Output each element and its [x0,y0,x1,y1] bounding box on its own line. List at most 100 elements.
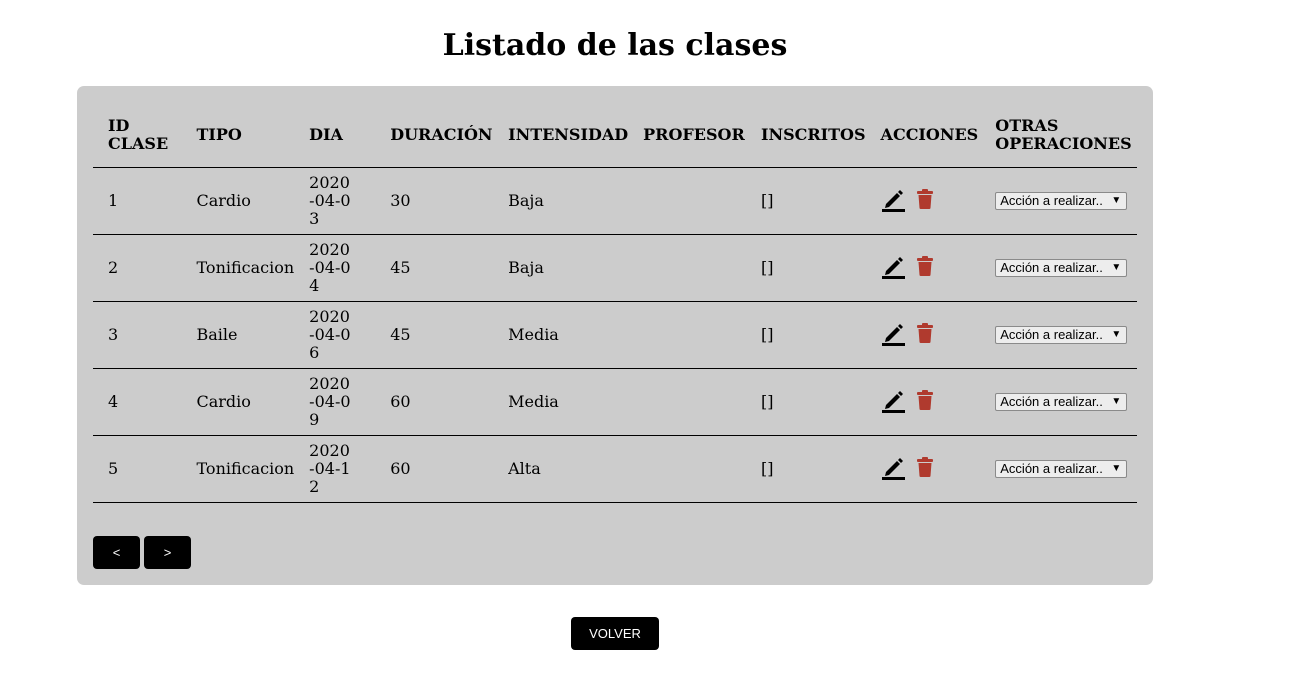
cell-dia-text: 2020-04-06 [309,307,351,362]
cell-inscritos: [] [745,301,866,369]
pencil-edit-icon[interactable] [881,388,906,417]
cell-dia-text: 2020-04-04 [309,240,351,295]
column-header-otras-operaciones: OTRAS OPERACIONES [980,102,1137,168]
cell-tipo: Cardio [181,167,295,235]
operation-select[interactable]: Acción a realizar.. ▼ [995,192,1128,211]
cell-otras-operaciones: Acción a realizar.. ▼ [980,435,1137,503]
pencil-edit-icon[interactable] [881,321,906,350]
operation-select-value: Acción a realizar.. [1000,260,1103,276]
operation-select[interactable]: Acción a realizar.. ▼ [995,259,1128,278]
cell-profesor [628,301,746,369]
cell-inscritos: [] [745,435,866,503]
back-button[interactable]: VOLVER [571,617,659,650]
cell-acciones [865,167,981,235]
previous-page-button[interactable]: < [93,536,140,569]
trash-icon[interactable] [916,323,933,347]
trash-icon[interactable] [916,256,933,280]
operation-select-value: Acción a realizar.. [1000,327,1103,343]
cell-profesor [628,234,746,302]
cell-inscritos: [] [745,167,866,235]
cell-dia: 2020-04-12 [294,435,376,503]
pagination: < > [93,536,195,569]
cell-id: 3 [93,301,182,369]
column-header-id-label: ID CLASE [108,115,169,153]
cell-duracion: 45 [375,234,494,302]
cell-otras-operaciones: Acción a realizar.. ▼ [980,368,1137,436]
column-header-dia: DIA [294,102,376,168]
dropdown-arrow-icon: ▼ [1111,329,1122,341]
cell-tipo: Tonificacion [181,234,295,302]
cell-acciones [865,435,981,503]
dropdown-arrow-icon: ▼ [1111,396,1122,408]
operation-select[interactable]: Acción a realizar.. ▼ [995,326,1128,345]
pencil-edit-icon[interactable] [881,254,906,283]
trash-icon[interactable] [916,457,933,481]
cell-duracion: 45 [375,301,494,369]
cell-acciones [865,234,981,302]
trash-icon[interactable] [916,189,933,213]
cell-id: 4 [93,368,182,436]
operation-select[interactable]: Acción a realizar.. ▼ [995,393,1128,412]
next-page-button[interactable]: > [144,536,191,569]
cell-otras-operaciones: Acción a realizar.. ▼ [980,167,1137,235]
operation-select[interactable]: Acción a realizar.. ▼ [995,460,1128,479]
cell-dia: 2020-04-09 [294,368,376,436]
cell-acciones [865,301,981,369]
column-header-id: ID CLASE [93,102,182,168]
table-row: 4 Cardio 2020-04-09 60 Media [] Acción a… [93,368,1137,436]
cell-dia-text: 2020-04-12 [309,441,351,496]
trash-icon[interactable] [916,390,933,414]
column-header-profesor: PROFESOR [628,102,746,168]
cell-id: 1 [93,167,182,235]
cell-id: 5 [93,435,182,503]
cell-id: 2 [93,234,182,302]
table-row: 2 Tonificacion 2020-04-04 45 Baja [] Acc… [93,234,1137,302]
cell-duracion: 60 [375,368,494,436]
cell-tipo: Baile [181,301,295,369]
table-header-row: ID CLASE TIPO DIA DURACIÓN INTENSIDAD PR… [93,102,1137,168]
pencil-edit-icon[interactable] [881,187,906,216]
cell-dia: 2020-04-04 [294,234,376,302]
operation-select-value: Acción a realizar.. [1000,394,1103,410]
cell-intensidad: Baja [493,234,629,302]
cell-dia: 2020-04-06 [294,301,376,369]
cell-tipo: Tonificacion [181,435,295,503]
dropdown-arrow-icon: ▼ [1111,195,1122,207]
column-header-duracion: DURACIÓN [375,102,494,168]
cell-profesor [628,368,746,436]
cell-intensidad: Alta [493,435,629,503]
classes-panel: ID CLASE TIPO DIA DURACIÓN INTENSIDAD PR… [77,86,1153,585]
cell-profesor [628,435,746,503]
page-title: Listado de las clases [442,28,788,63]
operation-select-value: Acción a realizar.. [1000,193,1103,209]
cell-acciones [865,368,981,436]
column-header-inscritos: INSCRITOS [745,102,866,168]
cell-duracion: 30 [375,167,494,235]
table-row: 3 Baile 2020-04-06 45 Media [] Acción a … [93,301,1137,369]
table-row: 5 Tonificacion 2020-04-12 60 Alta [] Acc… [93,435,1137,503]
dropdown-arrow-icon: ▼ [1111,262,1122,274]
cell-otras-operaciones: Acción a realizar.. ▼ [980,301,1137,369]
cell-dia: 2020-04-03 [294,167,376,235]
cell-dia-text: 2020-04-03 [309,173,351,228]
column-header-tipo: TIPO [181,102,295,168]
table-body: 1 Cardio 2020-04-03 30 Baja [] Acción a … [93,167,1137,503]
cell-profesor [628,167,746,235]
column-header-acciones: ACCIONES [865,102,981,168]
table-row: 1 Cardio 2020-04-03 30 Baja [] Acción a … [93,167,1137,235]
cell-intensidad: Media [493,301,629,369]
dropdown-arrow-icon: ▼ [1111,463,1122,475]
column-header-intensidad: INTENSIDAD [493,102,629,168]
classes-table: ID CLASE TIPO DIA DURACIÓN INTENSIDAD PR… [93,102,1137,503]
cell-otras-operaciones: Acción a realizar.. ▼ [980,234,1137,302]
cell-inscritos: [] [745,234,866,302]
column-header-otras-label: OTRAS OPERACIONES [995,115,1132,153]
cell-intensidad: Media [493,368,629,436]
operation-select-value: Acción a realizar.. [1000,461,1103,477]
cell-duracion: 60 [375,435,494,503]
pencil-edit-icon[interactable] [881,455,906,484]
cell-intensidad: Baja [493,167,629,235]
cell-tipo: Cardio [181,368,295,436]
cell-inscritos: [] [745,368,866,436]
cell-dia-text: 2020-04-09 [309,374,351,429]
